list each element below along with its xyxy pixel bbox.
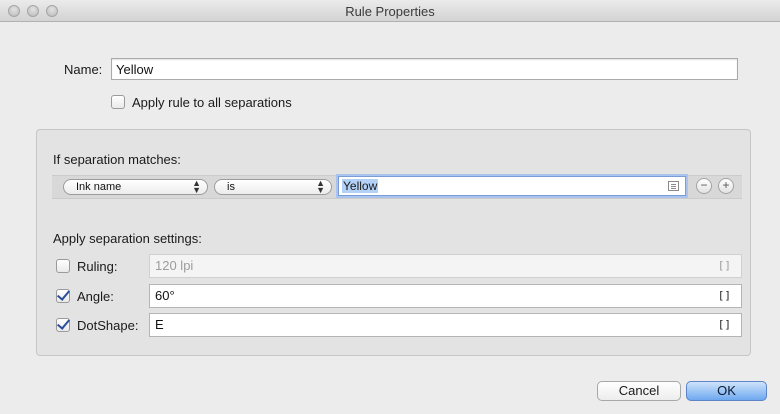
match-value-text: Yellow [342, 179, 379, 193]
angle-checkbox[interactable] [56, 289, 70, 303]
match-operator-value: is [227, 181, 235, 193]
match-value-input[interactable]: Yellow [338, 176, 686, 196]
match-field-popup[interactable]: Ink name ▲ ▼ [63, 179, 208, 195]
dotshape-checkbox[interactable] [56, 318, 70, 332]
ruling-label: Ruling: [77, 259, 118, 274]
popup-arrows-icon: ▲ ▼ [316, 178, 325, 195]
angle-value: 60° [155, 288, 175, 303]
add-rule-button[interactable]: + [718, 178, 734, 194]
dotshape-options-icon[interactable]: [] [718, 318, 731, 331]
apply-all-label: Apply rule to all separations [132, 95, 292, 110]
angle-options-icon[interactable]: [] [718, 289, 731, 302]
dotshape-value: E [155, 317, 164, 332]
dotshape-field[interactable]: E [] [149, 313, 742, 337]
ruling-value: 120 lpi [155, 258, 194, 273]
ruling-options-icon[interactable]: [] [718, 259, 731, 272]
name-label: Name: [64, 62, 103, 77]
settings-heading: Apply separation settings: [53, 231, 202, 246]
match-operator-popup[interactable]: is ▲ ▼ [214, 179, 332, 195]
ruling-field[interactable]: 120 lpi [] [149, 254, 742, 278]
angle-field[interactable]: 60° [] [149, 284, 742, 308]
dotshape-label: DotShape: [77, 318, 139, 333]
window-title: Rule Properties [345, 4, 435, 19]
value-list-icon[interactable] [668, 181, 679, 191]
title-bar: Rule Properties [0, 0, 780, 22]
apply-all-checkbox[interactable] [111, 95, 125, 109]
match-heading: If separation matches: [53, 152, 181, 167]
ok-button[interactable]: OK [686, 381, 767, 401]
match-field-value: Ink name [76, 181, 122, 193]
cancel-button[interactable]: Cancel [597, 381, 681, 401]
name-input[interactable]: Yellow [111, 58, 738, 80]
ruling-checkbox[interactable] [56, 259, 70, 273]
popup-arrows-icon: ▲ ▼ [192, 178, 201, 195]
rule-properties-window: Rule Properties Name: Yellow Apply rule … [0, 0, 780, 414]
remove-rule-button[interactable]: − [696, 178, 712, 194]
angle-label: Angle: [77, 289, 114, 304]
